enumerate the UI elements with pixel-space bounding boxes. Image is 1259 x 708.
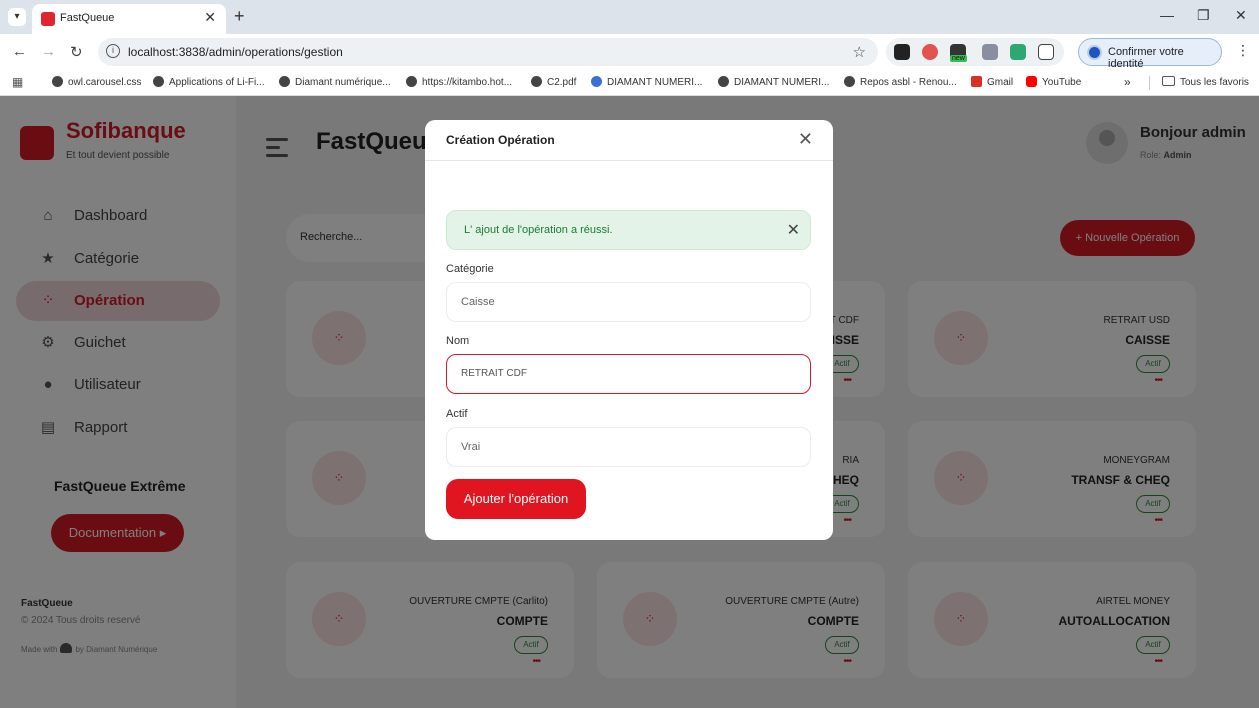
category-value: Caisse <box>461 296 495 308</box>
reload-icon[interactable]: ↻ <box>70 43 83 61</box>
globe-icon <box>153 76 164 87</box>
address-bar-row: ← → ↻ i localhost:3838/admin/operations/… <box>0 34 1259 70</box>
tab-close-icon[interactable]: ✕ <box>204 9 216 26</box>
bookmark-star-icon[interactable]: ☆ <box>853 43 866 61</box>
apps-grid-icon[interactable]: ▦ <box>12 75 23 89</box>
name-field[interactable]: RETRAIT CDF <box>446 354 811 394</box>
bookmark-item[interactable]: Repos asbl - Renou... <box>844 76 957 88</box>
profile-label: Confirmer votre identité <box>1108 46 1184 70</box>
puzzle-extension-icon[interactable] <box>1038 44 1054 60</box>
window-close-icon[interactable]: ✕ <box>1235 7 1247 24</box>
bookmark-item[interactable]: Applications of Li-Fi... <box>153 76 265 88</box>
globe-icon <box>718 76 729 87</box>
bookmark-item[interactable]: C2.pdf <box>531 76 576 88</box>
bookmarks-bar: ▦ owl.carousel.css Applications of Li-Fi… <box>0 70 1259 96</box>
alert-close-icon[interactable]: ✕ <box>787 220 800 240</box>
tab-search-icon[interactable]: ▾ <box>8 8 26 26</box>
divider <box>1149 76 1150 90</box>
youtube-icon <box>1026 76 1037 87</box>
back-icon[interactable]: ← <box>12 43 27 60</box>
omnibox[interactable]: i localhost:3838/admin/operations/gestio… <box>98 38 878 66</box>
list-extension-icon[interactable] <box>1010 44 1026 60</box>
bookmark-item[interactable]: Diamant numérique... <box>279 76 391 88</box>
globe-icon <box>406 76 417 87</box>
tab-favicon-icon <box>41 12 55 26</box>
globe-icon <box>531 76 542 87</box>
create-operation-modal: Création Opération ✕ L' ajout de l'opéra… <box>425 120 833 540</box>
bookmark-item[interactable]: DIAMANT NUMERI... <box>591 76 702 88</box>
category-label: Catégorie <box>446 263 494 275</box>
restore-icon[interactable]: ❐ <box>1197 7 1210 24</box>
bookmark-item[interactable]: owl.carousel.css <box>52 76 141 88</box>
bookmark-item[interactable]: https://kitambo.hot... <box>406 76 512 88</box>
all-bookmarks-folder[interactable]: Tous les favoris <box>1162 76 1249 88</box>
alert-message: L' ajout de l'opération a réussi. <box>464 224 613 236</box>
modal-header: Création Opération ✕ <box>425 120 833 161</box>
modal-title: Création Opération <box>446 133 555 147</box>
active-value: Vrai <box>461 441 481 453</box>
close-icon[interactable]: ✕ <box>798 129 813 150</box>
bookmark-item[interactable]: Gmail <box>971 76 1013 88</box>
browser-tab-strip: ▾ FastQueue ✕ + — ❐ ✕ <box>0 0 1259 34</box>
extensions-area: new <box>886 38 1064 66</box>
eyedropper-extension-icon[interactable] <box>894 44 910 60</box>
active-select[interactable]: Vrai <box>446 427 811 467</box>
shield-extension-icon[interactable] <box>922 44 938 60</box>
profile-button[interactable]: Confirmer votre identité <box>1078 38 1222 70</box>
active-label: Actif <box>446 408 468 420</box>
add-operation-button[interactable]: Ajouter l'opération <box>446 479 586 519</box>
gmail-icon <box>971 76 982 87</box>
name-value: RETRAIT CDF <box>461 368 527 379</box>
new-badge: new <box>950 55 967 62</box>
new-tab-icon[interactable]: + <box>234 6 245 27</box>
n-logo-icon <box>591 76 602 87</box>
globe-icon <box>844 76 855 87</box>
profile-avatar-icon <box>1087 45 1102 60</box>
bookmark-item[interactable]: DIAMANT NUMERI... <box>718 76 829 88</box>
name-label: Nom <box>446 335 470 347</box>
vue-extension-icon[interactable] <box>982 44 998 60</box>
forward-icon[interactable]: → <box>41 43 56 60</box>
tab-title: FastQueue <box>60 12 115 24</box>
minimize-icon[interactable]: — <box>1160 7 1174 23</box>
site-info-icon[interactable]: i <box>106 44 120 58</box>
category-select[interactable]: Caisse <box>446 282 811 322</box>
success-alert: L' ajout de l'opération a réussi. ✕ <box>446 210 811 250</box>
url-text[interactable]: localhost:3838/admin/operations/gestion <box>128 45 343 59</box>
bookmarks-more-icon[interactable]: » <box>1124 75 1131 89</box>
browser-menu-icon[interactable]: ⋮ <box>1236 42 1250 59</box>
globe-icon <box>52 76 63 87</box>
globe-icon <box>279 76 290 87</box>
bookmark-item[interactable]: YouTube <box>1026 76 1081 88</box>
folder-icon <box>1162 76 1175 86</box>
browser-tab[interactable]: FastQueue ✕ <box>32 4 226 34</box>
